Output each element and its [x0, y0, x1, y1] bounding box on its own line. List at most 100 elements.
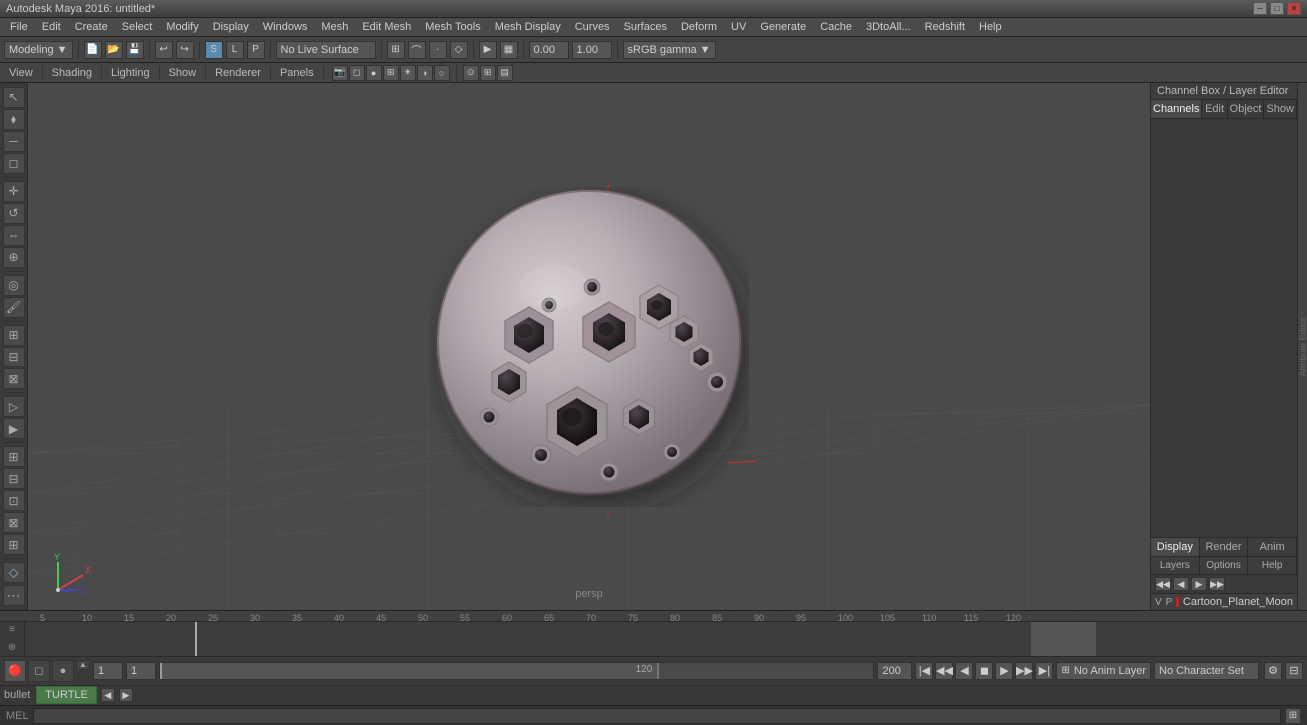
- sub-tab-layers[interactable]: Layers: [1151, 557, 1200, 574]
- snap-surface-button[interactable]: ◇: [450, 41, 468, 59]
- viewport-tab-renderer[interactable]: Renderer: [210, 66, 266, 80]
- layer-prev-prev-button[interactable]: ◀◀: [1155, 577, 1171, 591]
- menu-surfaces[interactable]: Surfaces: [618, 19, 673, 36]
- snap-curve-button[interactable]: ⌒: [408, 41, 426, 59]
- edge-select-button[interactable]: ─: [3, 131, 25, 152]
- universal-manip-button[interactable]: ⊕: [3, 247, 25, 268]
- redo-button[interactable]: ↪: [176, 41, 194, 59]
- solver-next-button[interactable]: ▶: [119, 688, 133, 702]
- align-button[interactable]: ⊠: [3, 368, 25, 389]
- animation-range-bar[interactable]: 120: [159, 662, 874, 680]
- render-icon-button[interactable]: ▷: [3, 396, 25, 417]
- viewport-tab-view[interactable]: View: [4, 66, 38, 80]
- menu-deform[interactable]: Deform: [675, 19, 723, 36]
- layer-visibility-check[interactable]: V: [1155, 597, 1162, 608]
- menu-create[interactable]: Create: [69, 19, 114, 36]
- play-button[interactable]: ▶: [995, 662, 1013, 680]
- menu-mesh-tools[interactable]: Mesh Tools: [419, 19, 486, 36]
- menu-redshift[interactable]: Redshift: [919, 19, 971, 36]
- more-tools-button[interactable]: ⋯: [3, 585, 25, 606]
- tab-edit[interactable]: Edit: [1202, 100, 1227, 118]
- layer-item[interactable]: V P Cartoon_Planet_Moon: [1151, 594, 1297, 610]
- undo-button[interactable]: ↩: [155, 41, 173, 59]
- snap-grid-button[interactable]: ⊞: [387, 41, 405, 59]
- timeline-ruler[interactable]: 5 10 15 20 25 30 35 40 45 50 55 60 65 70…: [0, 611, 1307, 622]
- bottom-icon-3[interactable]: ●: [52, 660, 74, 682]
- render-button[interactable]: ▶: [479, 41, 497, 59]
- menu-help[interactable]: Help: [973, 19, 1008, 36]
- color-space-dropdown[interactable]: sRGB gamma ▼: [623, 41, 716, 59]
- next-key-button[interactable]: ▶▶: [1015, 662, 1033, 680]
- render-region-button[interactable]: ▦: [500, 41, 518, 59]
- value-field-1[interactable]: 0.00: [529, 41, 569, 59]
- persp-view-button[interactable]: ⊡: [3, 490, 25, 511]
- select-mode-button[interactable]: ↖: [3, 87, 25, 108]
- ipr-button[interactable]: ▶: [3, 418, 25, 439]
- anim-settings-button[interactable]: ⚙: [1264, 662, 1282, 680]
- select-tool-button[interactable]: S: [205, 41, 223, 59]
- sub-tab-options[interactable]: Options: [1200, 557, 1249, 574]
- menu-curves[interactable]: Curves: [569, 19, 616, 36]
- quick-layout-button[interactable]: ⊞: [3, 446, 25, 467]
- camera-icon[interactable]: 📷: [332, 65, 348, 81]
- menu-file[interactable]: File: [4, 19, 34, 36]
- tab-display[interactable]: Display: [1151, 538, 1200, 556]
- value-field-2[interactable]: 1.00: [572, 41, 612, 59]
- sphere-3d-object[interactable]: [429, 187, 749, 507]
- hud-button[interactable]: ▤: [497, 65, 513, 81]
- isolate-select-button[interactable]: ⊙: [463, 65, 479, 81]
- menu-uv[interactable]: UV: [725, 19, 752, 36]
- tab-channels[interactable]: Channels: [1151, 100, 1202, 118]
- menu-3dtoall[interactable]: 3DtoAll...: [860, 19, 917, 36]
- ao-button[interactable]: ○: [434, 65, 450, 81]
- viewport[interactable]: X Y Z persp: [28, 83, 1150, 610]
- menu-select[interactable]: Select: [116, 19, 159, 36]
- layer-next-button[interactable]: ▶: [1191, 577, 1207, 591]
- top-view-button[interactable]: ⊞: [3, 534, 25, 555]
- no-char-set-field[interactable]: No Character Set: [1154, 662, 1259, 680]
- show-manip-button[interactable]: ⊞: [3, 325, 25, 346]
- goto-start-button[interactable]: |◀: [915, 662, 933, 680]
- tab-object[interactable]: Object: [1228, 100, 1265, 118]
- menu-mesh-display[interactable]: Mesh Display: [489, 19, 567, 36]
- axes-icon[interactable]: ⬦: [3, 562, 25, 583]
- tab-anim[interactable]: Anim: [1248, 538, 1297, 556]
- goto-end-button[interactable]: ▶|: [1035, 662, 1053, 680]
- open-scene-button[interactable]: 📂: [105, 41, 123, 59]
- smooth-shade-button[interactable]: ●: [366, 65, 382, 81]
- move-tool-button[interactable]: ✛: [3, 181, 25, 202]
- bottom-icon-1[interactable]: 🔴: [4, 660, 26, 682]
- layer-prev-button[interactable]: ◀: [1173, 577, 1189, 591]
- layer-next-next-button[interactable]: ▶▶: [1209, 577, 1225, 591]
- texture-button[interactable]: ⊞: [383, 65, 399, 81]
- paint-weights-button[interactable]: 🖌: [3, 297, 25, 318]
- menu-cache[interactable]: Cache: [814, 19, 858, 36]
- step-back-button[interactable]: ◀◀: [935, 662, 953, 680]
- face-select-button[interactable]: ◻: [3, 153, 25, 174]
- solver-prev-button[interactable]: ◀: [101, 688, 115, 702]
- viewport-tab-lighting[interactable]: Lighting: [106, 66, 155, 80]
- viewport-tab-panels[interactable]: Panels: [275, 66, 319, 80]
- new-scene-button[interactable]: 📄: [84, 41, 102, 59]
- tab-render[interactable]: Render: [1200, 538, 1249, 556]
- sub-tab-help[interactable]: Help: [1248, 557, 1297, 574]
- menu-windows[interactable]: Windows: [257, 19, 314, 36]
- stop-button[interactable]: ◼: [975, 662, 993, 680]
- snap-point-button[interactable]: ·: [429, 41, 447, 59]
- timeline-icon-1[interactable]: ≡: [4, 622, 20, 638]
- scale-tool-button[interactable]: ⇔: [3, 225, 25, 246]
- lasso-tool-button[interactable]: L: [226, 41, 244, 59]
- vertex-select-button[interactable]: ⬧: [3, 109, 25, 130]
- shadow-button[interactable]: ◑: [417, 65, 433, 81]
- close-button[interactable]: ✕: [1287, 2, 1301, 15]
- light-button[interactable]: ☀: [400, 65, 416, 81]
- timeline-icon-2[interactable]: ⊕: [4, 640, 20, 656]
- minimize-button[interactable]: ─: [1253, 2, 1267, 15]
- layer-playback-check[interactable]: P: [1166, 597, 1173, 608]
- rotate-tool-button[interactable]: ↺: [3, 203, 25, 224]
- tab-show[interactable]: Show: [1264, 100, 1297, 118]
- save-scene-button[interactable]: 💾: [126, 41, 144, 59]
- bottom-icon-2[interactable]: ◻: [28, 660, 50, 682]
- maximize-button[interactable]: □: [1270, 2, 1284, 15]
- attribute-editor-tab[interactable]: Attribute Editor: [1297, 83, 1307, 610]
